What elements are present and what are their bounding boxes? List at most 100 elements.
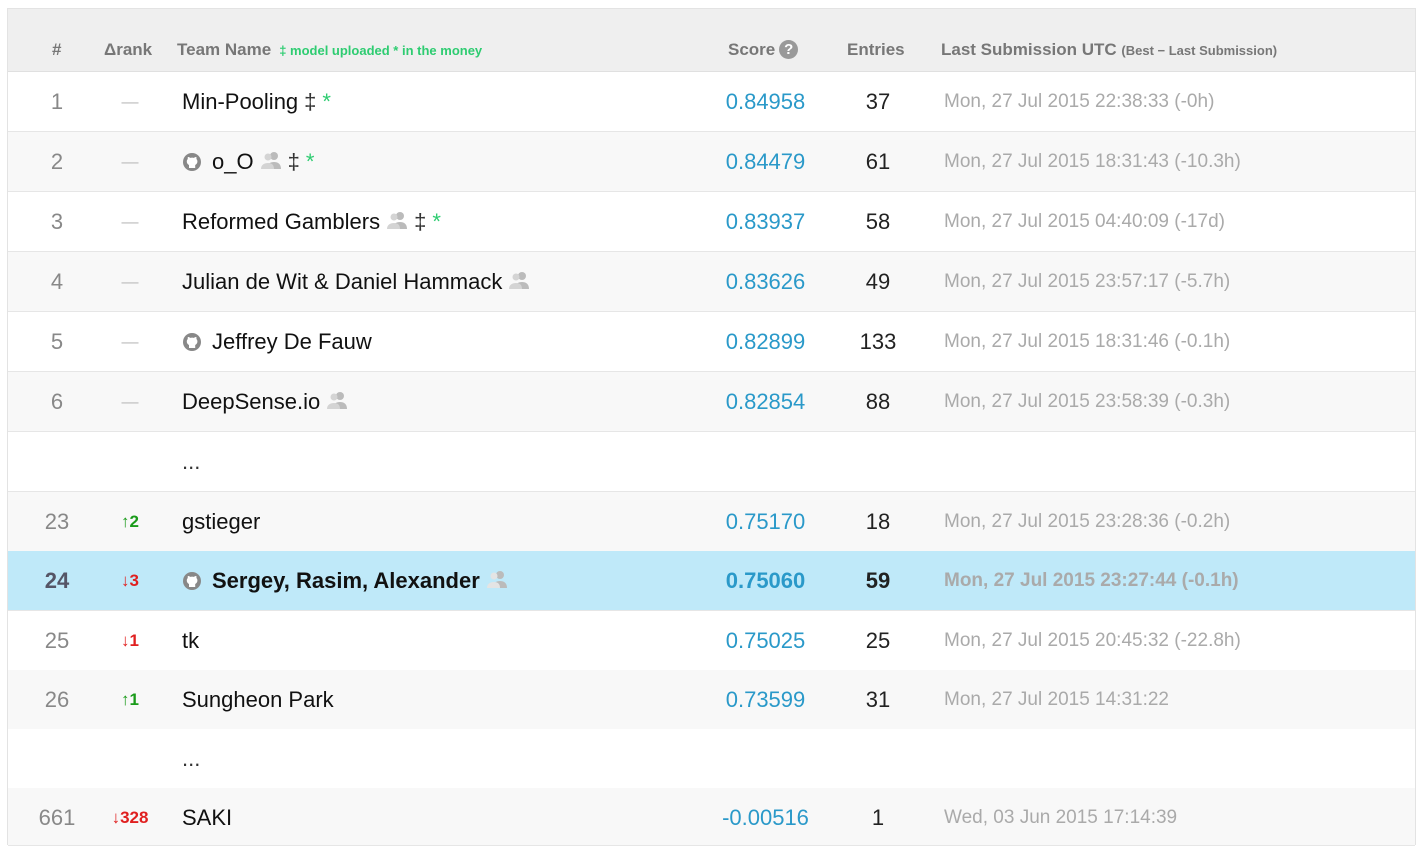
leaderboard: # Δrank Team Name ‡ model uploaded * in t… <box>7 8 1416 846</box>
entries-column-header[interactable]: Entries <box>847 9 905 72</box>
last-submission: Mon, 27 Jul 2015 23:58:39 (-0.3h) <box>944 391 1231 412</box>
entries: 88 <box>865 389 891 414</box>
score: 0.82899 <box>725 329 806 354</box>
last-submission-column-header: Last Submission UTC (Best − Last Submiss… <box>941 9 1277 72</box>
entries: 58 <box>865 209 891 234</box>
delta-rank-column-header[interactable]: Δrank <box>104 9 152 72</box>
score-header-label[interactable]: Score <box>728 40 775 59</box>
github-icon[interactable] <box>182 571 202 591</box>
last-submission: Mon, 27 Jul 2015 14:31:22 <box>944 689 1170 710</box>
team-members-icon <box>327 392 348 410</box>
leaderboard-row[interactable]: 4 — Julian de Wit & Daniel Hammack 0.836… <box>8 252 1415 312</box>
leaderboard-header: # Δrank Team Name ‡ model uploaded * in t… <box>8 9 1415 72</box>
team-cell: SAKI <box>182 788 232 847</box>
entries: 59 <box>865 568 891 593</box>
team-name-link[interactable]: Reformed Gamblers <box>182 209 380 234</box>
rank: 4 <box>50 269 64 294</box>
help-icon[interactable]: ? <box>779 40 799 59</box>
rank: 26 <box>44 687 70 712</box>
score: 0.83626 <box>725 269 806 294</box>
leaderboard-row[interactable]: 6 — DeepSense.io 0.82854 88 Mon, 27 Jul … <box>8 372 1415 432</box>
leaderboard-row[interactable]: 2 — o_O ‡ * 0.84479 61 Mon, 27 Jul 2015 18… <box>8 132 1415 192</box>
rank-change: — <box>121 332 139 351</box>
leaderboard-row[interactable]: 1 — Min-Pooling ‡ * 0.84958 37 Mon, 27 Jul… <box>8 72 1415 132</box>
leaderboard-row[interactable]: 23 ↑2 gstieger 0.75170 18 Mon, 27 Jul 20… <box>8 492 1415 552</box>
leaderboard-row[interactable]: 3 — Reformed Gamblers ‡ * 0.83937 58 Mon, … <box>8 192 1415 252</box>
rank-change: — <box>121 272 139 291</box>
team-members-icon <box>509 272 530 290</box>
team-cell: Jeffrey De Fauw <box>182 312 372 371</box>
score: 0.84958 <box>725 89 806 114</box>
last-submission: Mon, 27 Jul 2015 18:31:46 (-0.1h) <box>944 331 1231 352</box>
ellipsis: ... <box>182 746 201 771</box>
ellipsis-row: ... <box>8 729 1415 789</box>
team-cell: Julian de Wit & Daniel Hammack <box>182 252 530 311</box>
team-name-link[interactable]: tk <box>182 628 199 653</box>
rank: 2 <box>50 149 64 174</box>
entries: 49 <box>865 269 891 294</box>
team-cell: tk <box>182 611 199 670</box>
team-name-link[interactable]: o_O <box>212 149 254 174</box>
github-icon[interactable] <box>182 152 202 172</box>
team-name-link[interactable]: gstieger <box>182 509 260 534</box>
score: 0.75025 <box>725 628 806 653</box>
team-cell: Reformed Gamblers ‡ * <box>182 192 441 251</box>
ellipsis: ... <box>182 449 201 474</box>
team-cell: Sungheon Park <box>182 670 334 729</box>
rank: 5 <box>50 329 64 354</box>
team-name-header-label[interactable]: Team Name <box>177 40 271 59</box>
team-name-link[interactable]: DeepSense.io <box>182 389 320 414</box>
entries: 37 <box>865 89 891 114</box>
team-name-link[interactable]: Sergey, Rasim, Alexander <box>212 568 480 593</box>
in-the-money-mark: * <box>432 209 441 234</box>
entries: 1 <box>871 805 885 830</box>
entries: 25 <box>865 628 891 653</box>
team-name-link[interactable]: SAKI <box>182 805 232 830</box>
last-submission: Mon, 27 Jul 2015 23:28:36 (-0.2h) <box>944 511 1231 532</box>
team-members-icon <box>387 212 408 230</box>
team-cell: gstieger <box>182 492 260 551</box>
entries: 31 <box>865 687 891 712</box>
leaderboard-row[interactable]: 5 — Jeffrey De Fauw 0.82899 133 Mon, 27 … <box>8 312 1415 372</box>
last-submission-header-note: (Best − Last Submission) <box>1121 43 1278 58</box>
score: 0.84479 <box>725 149 806 174</box>
rank: 25 <box>44 628 70 653</box>
leaderboard-row[interactable]: 661 ↓328 SAKI -0.00516 1 Wed, 03 Jun 201… <box>8 788 1415 846</box>
team-name-link[interactable]: Min-Pooling <box>182 89 298 114</box>
rank-change: — <box>121 392 139 411</box>
rank-change: ↓3 <box>121 571 139 590</box>
last-submission-header-label[interactable]: Last Submission UTC <box>941 40 1117 59</box>
github-icon[interactable] <box>182 332 202 352</box>
rank-change: ↑1 <box>121 690 139 709</box>
score: -0.00516 <box>722 805 809 830</box>
team-name-link[interactable]: Julian de Wit & Daniel Hammack <box>182 269 502 294</box>
in-the-money-mark: * <box>305 149 315 174</box>
model-uploaded-mark: ‡ <box>304 89 317 114</box>
team-name-link[interactable]: Sungheon Park <box>182 687 334 712</box>
rank-change: — <box>121 92 139 111</box>
leaderboard-row-current-team[interactable]: 24 ↓3 Sergey, Rasim, Alexander 0.75060 5… <box>8 551 1415 611</box>
leaderboard-row[interactable]: 26 ↑1 Sungheon Park 0.73599 31 Mon, 27 J… <box>8 670 1415 730</box>
team-cell: Min-Pooling ‡ * <box>182 72 331 131</box>
last-submission: Wed, 03 Jun 2015 17:14:39 <box>944 807 1178 828</box>
entries: 18 <box>865 509 891 534</box>
rank-change: — <box>121 212 139 231</box>
leaderboard-row[interactable]: 25 ↓1 tk 0.75025 25 Mon, 27 Jul 2015 20:… <box>8 611 1415 671</box>
team-members-icon <box>260 152 281 170</box>
rank-change: ↓328 <box>111 808 149 827</box>
rank-column-header[interactable]: # <box>52 9 61 72</box>
score-column-header: Score? <box>728 9 799 72</box>
last-submission: Mon, 27 Jul 2015 20:45:32 (-22.8h) <box>944 630 1241 651</box>
last-submission: Mon, 27 Jul 2015 23:57:17 (-5.7h) <box>944 271 1231 292</box>
score: 0.82854 <box>725 389 806 414</box>
rank: 661 <box>38 805 76 830</box>
last-submission: Mon, 27 Jul 2015 18:31:43 (-10.3h) <box>944 151 1241 172</box>
score: 0.75170 <box>725 509 806 534</box>
team-cell: o_O ‡ * <box>182 132 314 191</box>
team-cell: Sergey, Rasim, Alexander <box>182 551 508 610</box>
score: 0.75060 <box>725 568 806 593</box>
rank: 24 <box>44 568 70 593</box>
team-name-link[interactable]: Jeffrey De Fauw <box>212 329 372 354</box>
rank-change: — <box>121 152 139 171</box>
rank-change: ↑2 <box>121 512 139 531</box>
